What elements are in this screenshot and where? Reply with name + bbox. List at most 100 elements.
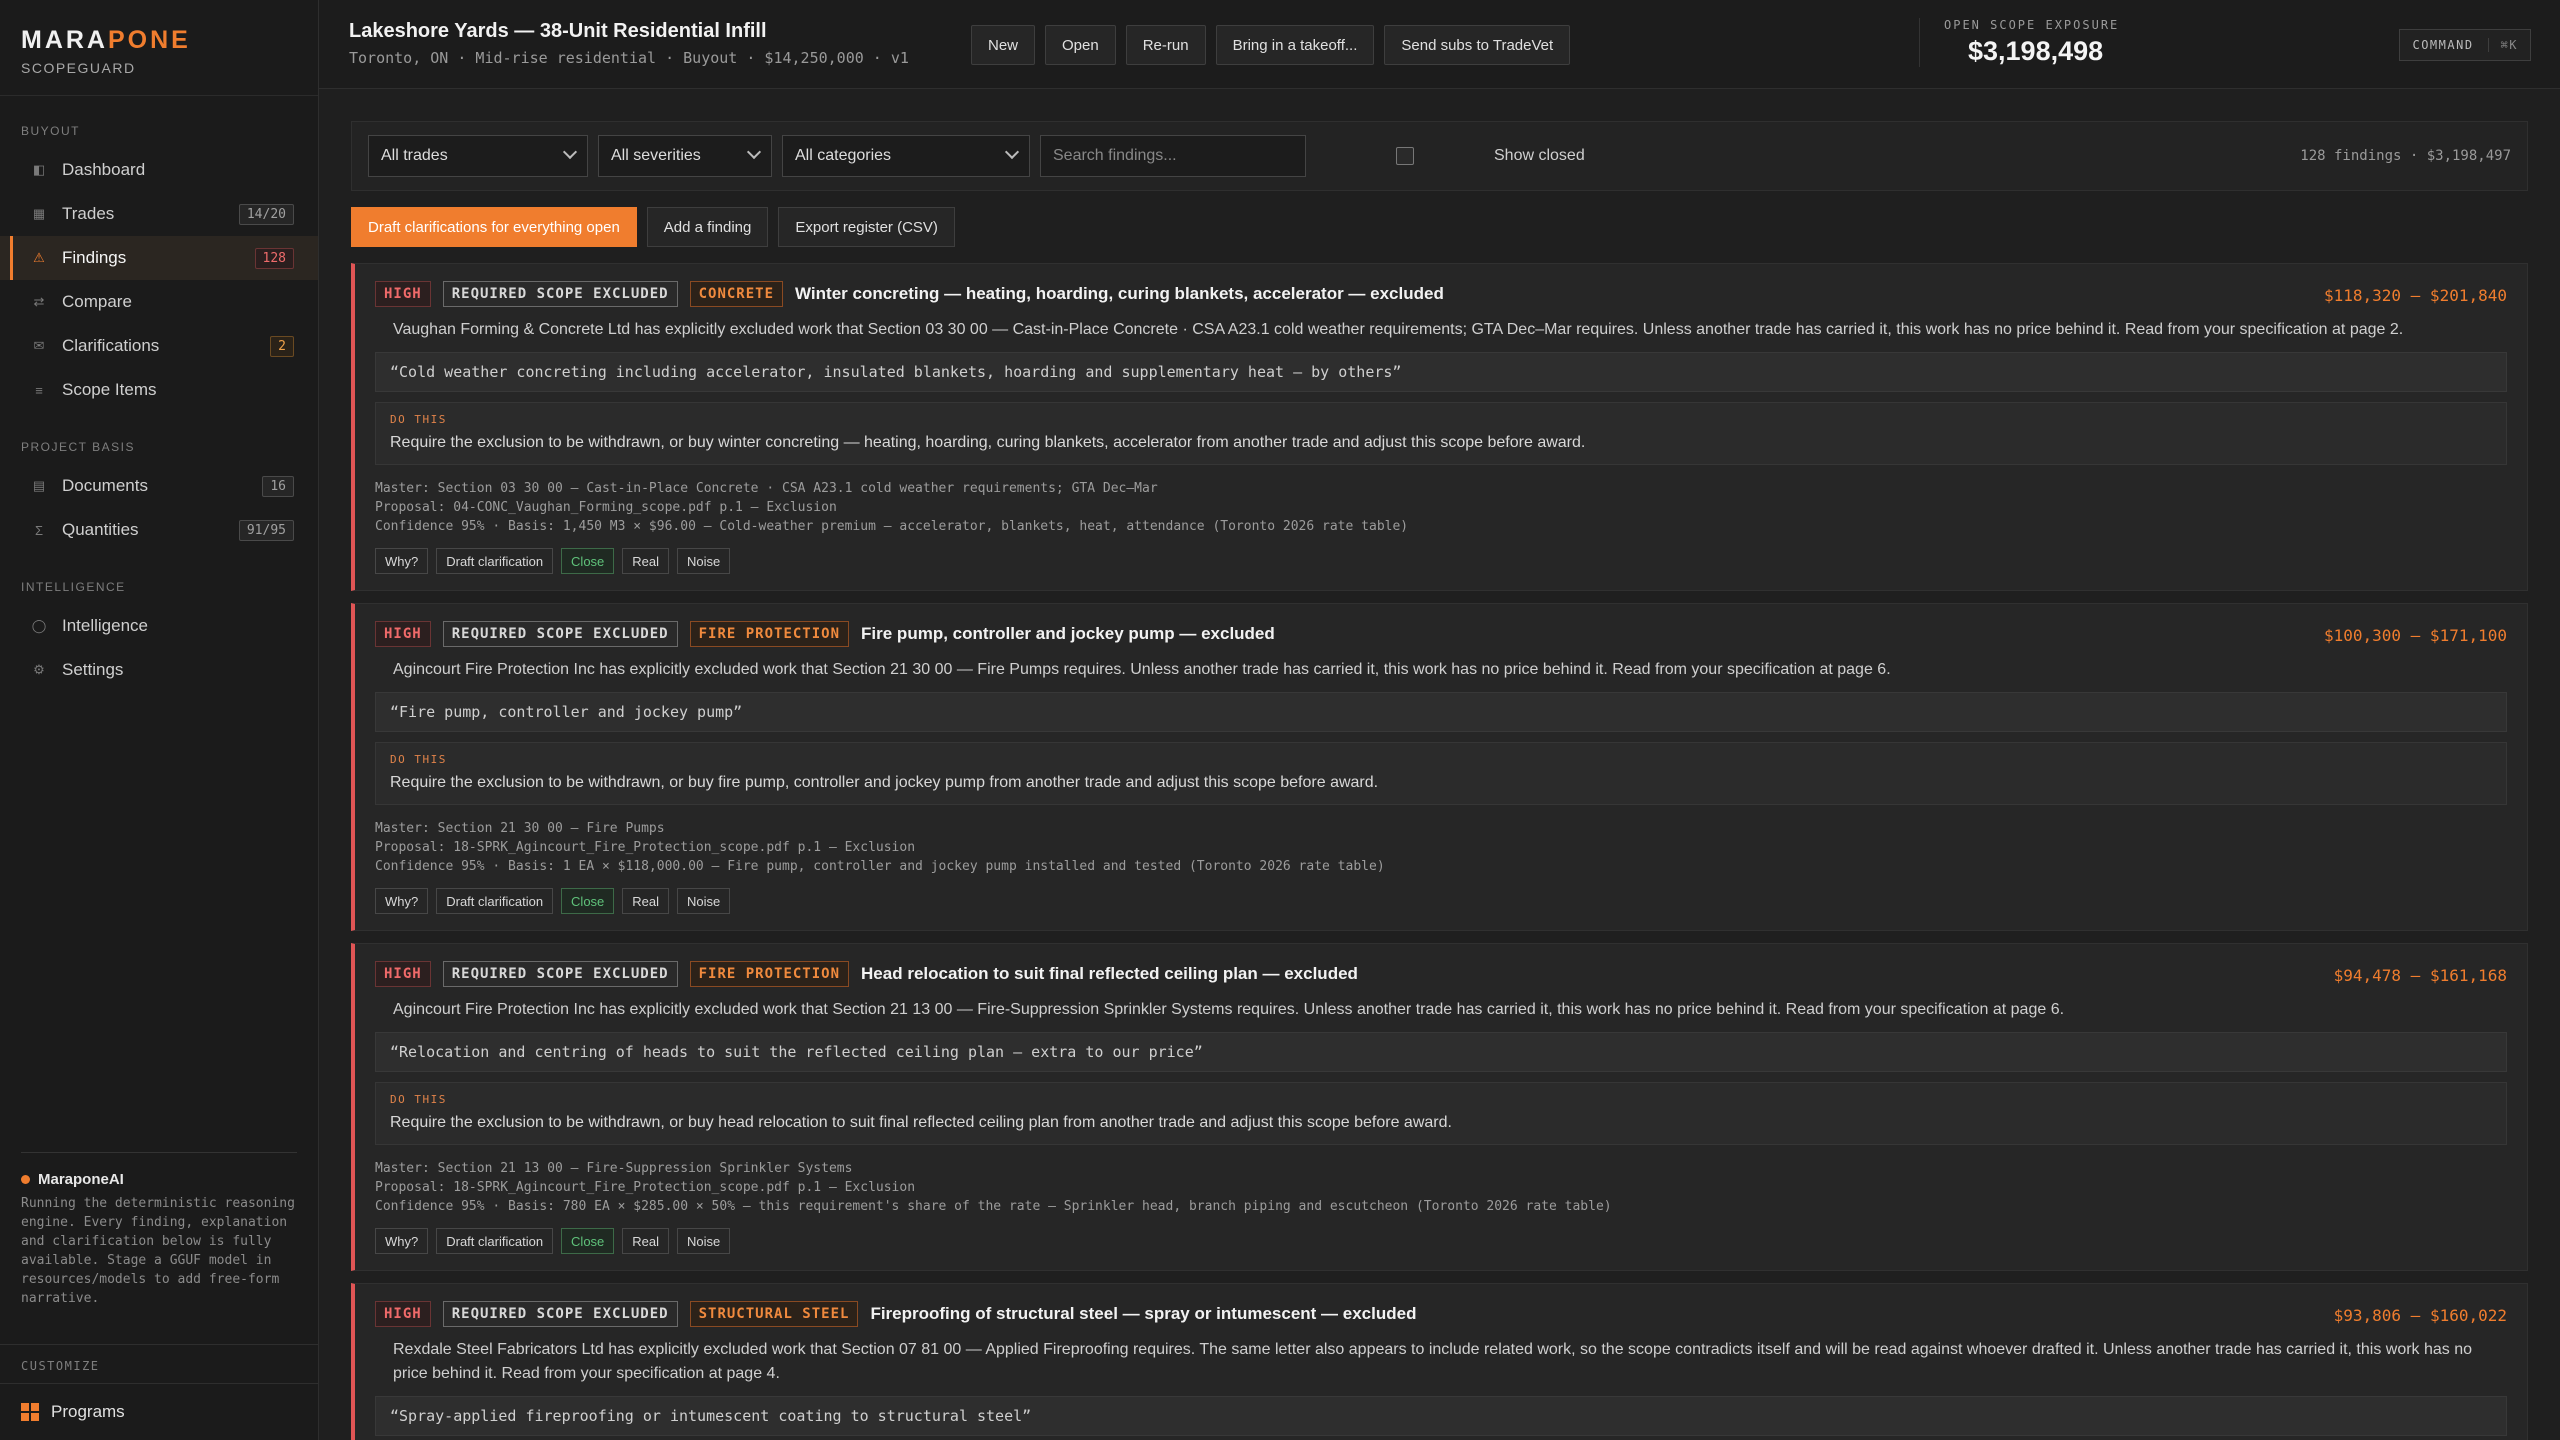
- real-button[interactable]: Real: [622, 548, 670, 574]
- noise-button[interactable]: Noise: [677, 548, 731, 574]
- findings-badge: 128: [254, 247, 294, 269]
- finding-card: HIGH REQUIRED SCOPE EXCLUDED FIRE PROTEC…: [351, 603, 2528, 931]
- sidebar-item-settings[interactable]: ⚙ Settings: [0, 648, 318, 692]
- trade-badge: FIRE PROTECTION: [689, 961, 850, 987]
- show-closed-label: Show closed: [1494, 147, 1585, 164]
- search-input[interactable]: [1040, 135, 1306, 177]
- finding-description: Agincourt Fire Protection Inc has explic…: [393, 661, 1891, 678]
- draft-clarification-button[interactable]: Draft clarification: [436, 548, 554, 574]
- add-finding-button[interactable]: Add a finding: [646, 207, 769, 247]
- type-badge: REQUIRED SCOPE EXCLUDED: [442, 1301, 678, 1327]
- finding-description: Vaughan Forming & Concrete Ltd has expli…: [393, 321, 2404, 338]
- noise-button[interactable]: Noise: [677, 888, 731, 914]
- do-this-text: Require the exclusion to be withdrawn, o…: [390, 774, 1379, 791]
- list-icon: ≡: [35, 382, 43, 398]
- real-button[interactable]: Real: [622, 1228, 670, 1254]
- ai-description: Running the deterministic reasoning engi…: [21, 1196, 295, 1306]
- finding-title[interactable]: Fireproofing of structural steel — spray…: [870, 1304, 1416, 1324]
- send-subs-button[interactable]: Send subs to TradeVet: [1384, 25, 1571, 65]
- finding-card: HIGH REQUIRED SCOPE EXCLUDED STRUCTURAL …: [351, 1283, 2528, 1440]
- sidebar: MARAPONE SCOPEGUARD BUYOUT ◧ Dashboard ▦…: [0, 0, 319, 1440]
- programs-button[interactable]: Programs: [0, 1383, 318, 1440]
- sidebar-item-findings[interactable]: ⚠ Findings 128: [0, 236, 318, 280]
- close-button[interactable]: Close: [561, 1228, 615, 1254]
- why-button[interactable]: Why?: [375, 888, 429, 914]
- sidebar-item-compare[interactable]: ⇄ Compare: [0, 280, 318, 324]
- findings-list: HIGH REQUIRED SCOPE EXCLUDED CONCRETE Wi…: [351, 263, 2528, 1440]
- trades-badge: 14/20: [238, 203, 294, 225]
- nav-section-intelligence: INTELLIGENCE: [21, 580, 126, 594]
- rerun-button[interactable]: Re-run: [1125, 25, 1206, 65]
- circle-icon: ◯: [31, 618, 47, 633]
- trade-filter-select[interactable]: All trades: [368, 135, 588, 177]
- sidebar-item-dashboard[interactable]: ◧ Dashboard: [0, 148, 318, 192]
- ai-title: MaraponeAI: [38, 1171, 124, 1188]
- command-shortcut: ⌘K: [2487, 38, 2518, 52]
- finding-title[interactable]: Winter concreting — heating, hoarding, c…: [795, 284, 1444, 304]
- draft-clarification-button[interactable]: Draft clarification: [436, 1228, 554, 1254]
- export-button[interactable]: Export register (CSV): [778, 207, 955, 247]
- brand: MARAPONE SCOPEGUARD: [0, 0, 318, 96]
- findings-count: 128 findings · $3,198,497: [2300, 148, 2511, 164]
- sidebar-item-trades[interactable]: ▦ Trades 14/20: [0, 192, 318, 236]
- do-this-label: DO THIS: [390, 1093, 447, 1106]
- close-button[interactable]: Close: [561, 888, 615, 914]
- show-closed-checkbox[interactable]: [1396, 147, 1414, 165]
- finding-description: Rexdale Steel Fabricators Ltd has explic…: [393, 1341, 2473, 1382]
- takeoff-button[interactable]: Bring in a takeoff...: [1215, 25, 1375, 65]
- sidebar-item-scope-items[interactable]: ≡ Scope Items: [0, 368, 318, 412]
- new-button[interactable]: New: [971, 25, 1036, 65]
- trade-badge: STRUCTURAL STEEL: [689, 1301, 859, 1327]
- draft-clarification-button[interactable]: Draft clarification: [436, 888, 554, 914]
- do-this-label: DO THIS: [390, 753, 447, 766]
- sidebar-item-documents[interactable]: ▤ Documents 16: [0, 464, 318, 508]
- finding-actions: Why? Draft clarification Close Real Nois…: [375, 548, 2507, 574]
- type-badge: REQUIRED SCOPE EXCLUDED: [442, 961, 678, 987]
- finding-meta: Master: Section 21 30 00 — Fire Pumps Pr…: [375, 821, 1385, 874]
- trade-badge: FIRE PROTECTION: [689, 621, 850, 647]
- exposure-label: OPEN SCOPE EXPOSURE: [1944, 18, 2120, 32]
- trade-badge: CONCRETE: [689, 281, 784, 307]
- document-icon: ▤: [32, 478, 46, 493]
- sigma-icon: Σ: [34, 522, 44, 538]
- severity-badge: HIGH: [375, 281, 431, 307]
- severity-badge: HIGH: [375, 1301, 431, 1327]
- type-badge: REQUIRED SCOPE EXCLUDED: [442, 621, 678, 647]
- close-button[interactable]: Close: [561, 548, 615, 574]
- trades-icon: ▦: [32, 206, 46, 221]
- finding-actions: Why? Draft clarification Close Real Nois…: [375, 1228, 2507, 1254]
- finding-description: Agincourt Fire Protection Inc has explic…: [393, 1001, 2065, 1018]
- finding-card: HIGH REQUIRED SCOPE EXCLUDED CONCRETE Wi…: [351, 263, 2528, 591]
- do-this-label: DO THIS: [390, 413, 447, 426]
- open-button[interactable]: Open: [1045, 25, 1116, 65]
- project-meta: Toronto, ON · Mid-rise residential · Buy…: [349, 49, 909, 67]
- draft-all-button[interactable]: Draft clarifications for everything open: [351, 207, 637, 247]
- noise-button[interactable]: Noise: [677, 1228, 731, 1254]
- finding-meta: Master: Section 03 30 00 — Cast-in-Place…: [375, 481, 1409, 534]
- finding-quote: “Cold weather concreting including accel…: [375, 352, 2507, 392]
- finding-range: $93,806 – $160,022: [2333, 1306, 2507, 1325]
- sidebar-item-clarifications[interactable]: ✉ Clarifications 2: [0, 324, 318, 368]
- sidebar-item-intelligence[interactable]: ◯ Intelligence: [0, 604, 318, 648]
- finding-actions: Why? Draft clarification Close Real Nois…: [375, 888, 2507, 914]
- finding-range: $118,320 – $201,840: [2323, 286, 2507, 305]
- toolbar: New Open Re-run Bring in a takeoff... Se…: [971, 25, 1571, 65]
- chevron-down-icon: [562, 144, 578, 160]
- severity-filter-select[interactable]: All severities: [598, 135, 772, 177]
- finding-title[interactable]: Fire pump, controller and jockey pump — …: [861, 624, 1275, 644]
- finding-quote: “Spray-applied fireproofing or intumesce…: [375, 1396, 2507, 1436]
- command-palette-button[interactable]: COMMAND ⌘K: [2399, 29, 2531, 61]
- why-button[interactable]: Why?: [375, 1228, 429, 1254]
- finding-title[interactable]: Head relocation to suit final reflected …: [861, 964, 1358, 984]
- brand-logo[interactable]: MARAPONE: [21, 26, 297, 55]
- finding-range: $100,300 – $171,100: [2323, 626, 2507, 645]
- real-button[interactable]: Real: [622, 888, 670, 914]
- why-button[interactable]: Why?: [375, 548, 429, 574]
- sidebar-item-quantities[interactable]: Σ Quantities 91/95: [0, 508, 318, 552]
- category-filter-select[interactable]: All categories: [782, 135, 1030, 177]
- do-this-panel: DO THIS Require the exclusion to be with…: [375, 402, 2507, 465]
- finding-quote: “Relocation and centring of heads to sui…: [375, 1032, 2507, 1072]
- severity-badge: HIGH: [375, 961, 431, 987]
- do-this-text: Require the exclusion to be withdrawn, o…: [390, 1114, 1452, 1131]
- brand-subtitle: SCOPEGUARD: [21, 60, 136, 76]
